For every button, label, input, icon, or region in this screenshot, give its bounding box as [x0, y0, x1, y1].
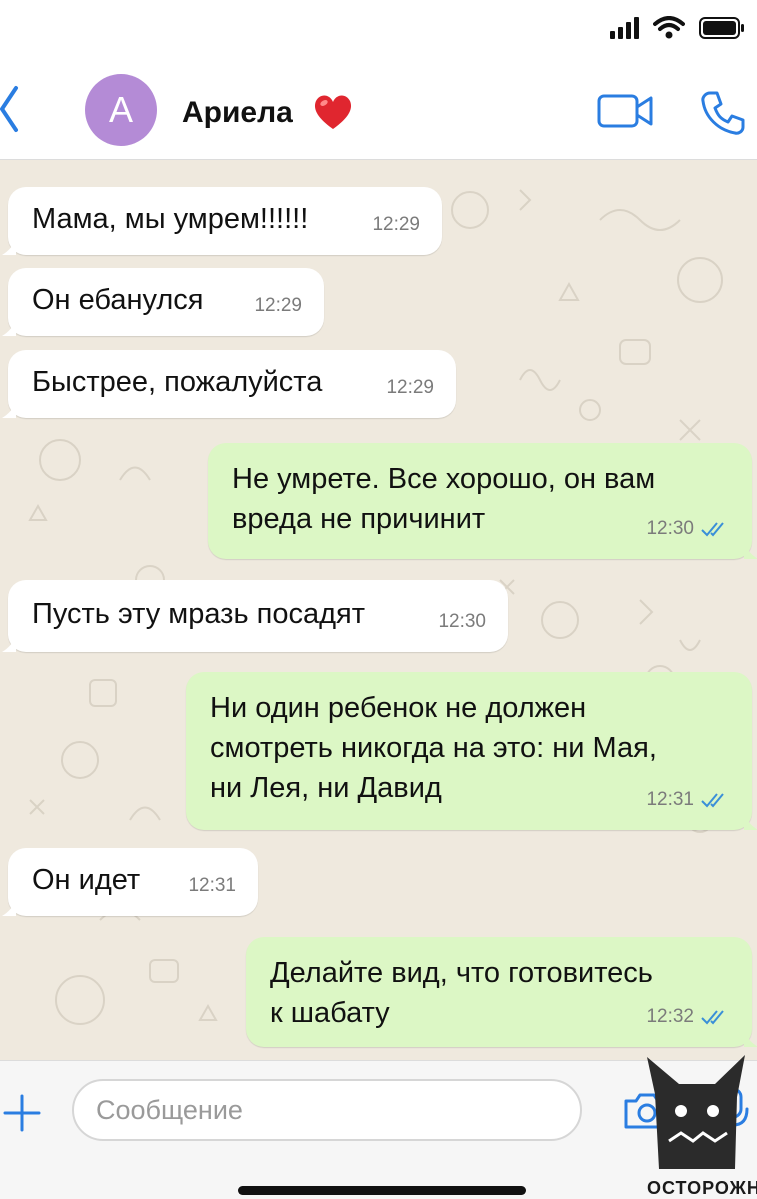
message-text: Пусть эту мразь посадят	[32, 598, 365, 630]
bubble-tail	[2, 636, 16, 652]
message-meta: 12:30	[438, 602, 486, 642]
avatar-letter: A	[108, 89, 133, 130]
message-meta: 12:32	[646, 997, 730, 1037]
message-time: 12:29	[386, 377, 434, 398]
message-time: 12:29	[254, 295, 302, 316]
message-bubble-incoming[interactable]: Быстрее, пожалуйста 12:29	[2, 350, 456, 418]
wifi-icon	[653, 16, 685, 39]
chat-area[interactable]: Мама, мы умрем!!!!!! 12:29 Он ебанулся 1…	[0, 160, 757, 1060]
heart-icon	[314, 95, 352, 129]
status-bar	[0, 0, 757, 60]
message-text: Мама, мы умрем!!!!!!	[32, 203, 309, 235]
chat-header: A Ариела	[0, 60, 757, 160]
message-bubble-outgoing[interactable]: Не умрете. Все хорошо, он вам вреда не п…	[208, 443, 757, 559]
message-meta: 12:31	[646, 780, 730, 820]
bubble-tail	[744, 1031, 757, 1047]
message-bubble-incoming[interactable]: Пусть эту мразь посадят 12:30	[2, 580, 508, 652]
video-camera-icon	[597, 94, 653, 128]
double-check-icon	[701, 1010, 724, 1025]
message-time: 12:31	[646, 789, 694, 810]
message-meta: 12:30	[646, 509, 730, 549]
video-call-button[interactable]	[597, 93, 655, 134]
message-bubble-outgoing[interactable]: Ни один ребенок не должен смотреть никог…	[186, 672, 757, 830]
watermark-logo: ОСТОРОЖН	[637, 1049, 757, 1199]
chevron-left-icon	[0, 86, 18, 132]
message-time: 12:30	[646, 518, 694, 539]
message-text: Быстрее, пожалуйста	[32, 366, 323, 398]
home-indicator	[238, 1186, 526, 1195]
double-check-icon	[701, 522, 724, 537]
bubble-tail	[2, 402, 16, 418]
message-meta: 12:29	[254, 286, 302, 326]
message-time: 12:29	[372, 214, 420, 235]
message-bubble-incoming[interactable]: Он ебанулся 12:29	[2, 268, 324, 336]
status-icons	[610, 16, 745, 40]
attach-button[interactable]	[2, 1093, 42, 1138]
cellular-signal-icon	[610, 17, 639, 39]
message-time: 12:30	[438, 611, 486, 632]
watermark-text: ОСТОРОЖН	[647, 1178, 757, 1198]
bubble-tail	[2, 320, 16, 336]
voice-call-button[interactable]	[700, 90, 746, 141]
message-meta: 12:31	[188, 866, 236, 906]
bubble-tail	[744, 814, 757, 830]
message-meta: 12:29	[386, 368, 434, 408]
message-meta: 12:29	[372, 205, 420, 245]
cat-mascot-icon	[647, 1055, 745, 1169]
phone-icon	[701, 91, 745, 135]
bubble-tail	[2, 900, 16, 916]
double-check-icon	[701, 793, 724, 808]
message-input[interactable]	[72, 1079, 582, 1141]
bubble-tail	[2, 239, 16, 255]
message-time: 12:31	[188, 875, 236, 896]
avatar[interactable]: A	[85, 74, 157, 146]
plus-icon	[3, 1094, 41, 1132]
message-bubble-incoming[interactable]: Он идет 12:31	[2, 848, 258, 916]
heart-emoji	[312, 92, 354, 137]
bubble-tail	[744, 543, 757, 559]
message-bubble-outgoing[interactable]: Делайте вид, что готовитесь к шабату 12:…	[246, 937, 757, 1047]
message-time: 12:32	[646, 1006, 694, 1027]
back-button[interactable]	[0, 84, 20, 139]
battery-icon	[699, 17, 744, 39]
message-bubble-incoming[interactable]: Мама, мы умрем!!!!!! 12:29	[2, 187, 442, 255]
contact-name[interactable]: Ариела	[182, 96, 293, 130]
